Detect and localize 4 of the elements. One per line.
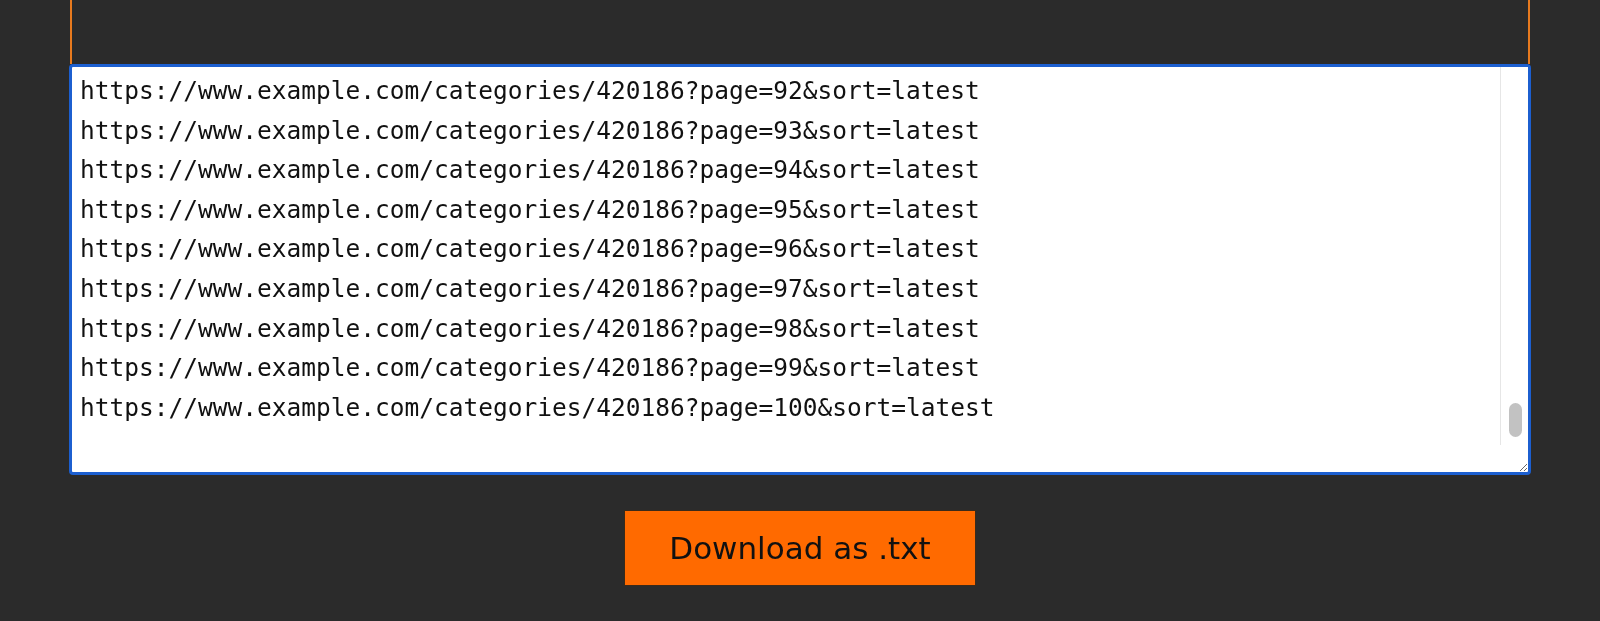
scrollbar-thumb[interactable] [1509, 403, 1522, 437]
download-button[interactable]: Download as .txt [624, 510, 976, 586]
scrollbar[interactable] [1500, 67, 1528, 445]
url-list-field[interactable]: https://www.example.com/categories/420186?page=92&sort=latest https://www.example.com/categories/420186?page=93&sort=latest https://www.example.com/categories/420186?page=94&sort=latest https://www.example.com/categories/420186?page=95&sort=latest https://www.example.com/categories/420186?page=96&sort=latest https://www.example.com/categories/420186?page=97&sort=latest https://www.example.com/categories/420186?page=98&sort=latest https://www.example.com/categories/420186?page=99&sort=latest https://www.example.com/categories/420186?page=100&sort=latest [69, 64, 1531, 475]
